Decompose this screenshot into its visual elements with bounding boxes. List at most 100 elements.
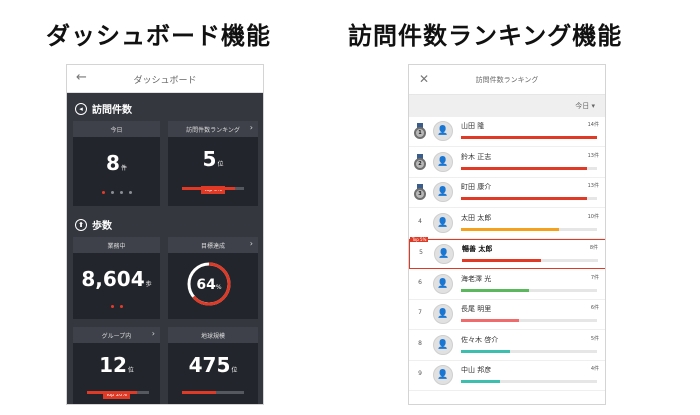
visits-section-header: ◂ 訪問件数 xyxy=(75,101,132,116)
working-unit: 歩 xyxy=(145,281,152,288)
visit-bar xyxy=(461,380,597,383)
visit-count: 6件 xyxy=(590,305,599,311)
ranking-row[interactable]: 4 👤 太田 太郎 10件 xyxy=(409,209,605,239)
ranking-card-label: 訪問件数ランキング xyxy=(186,126,240,134)
global-value: 475 xyxy=(188,353,231,377)
ranking-card[interactable]: 訪問件数ランキング › 5位 Top 5% xyxy=(168,121,258,206)
rank-number: 1 xyxy=(414,127,426,139)
group-value: 12 xyxy=(99,353,127,377)
visits-icon: ◂ xyxy=(75,102,87,115)
global-label: 地球規模 xyxy=(200,332,225,340)
user-name: 鈴木 正志 xyxy=(461,152,492,161)
user-name: 海老澤 光 xyxy=(461,274,492,283)
medal-icon: 3 xyxy=(413,184,427,202)
today-value: 8 xyxy=(106,151,120,175)
visit-count: 4件 xyxy=(590,366,599,372)
rank-number: 5 xyxy=(419,249,423,256)
period-filter: 今日 ▾ xyxy=(409,95,605,117)
visit-bar xyxy=(461,136,597,139)
avatar: 👤 xyxy=(433,304,453,324)
ranking-screen: ✕ 訪問件数ランキング 今日 ▾ 1 👤 山田 隆 14件 2 👤 鈴木 正志 13件 3 👤 町田… xyxy=(408,64,606,405)
avatar: 👤 xyxy=(433,151,453,172)
user-name: 町田 康介 xyxy=(461,183,492,191)
visit-bar xyxy=(461,166,597,170)
dashboard-heading: ダッシュボード機能 xyxy=(46,22,271,50)
goal-value: 64 xyxy=(196,277,216,293)
ranking-row[interactable]: Top 5% 5 👤 暢善 太郎 8件 xyxy=(409,237,605,269)
rank-number: 7 xyxy=(418,309,422,316)
avatar: 👤 xyxy=(433,121,453,141)
group-unit: 位 xyxy=(127,367,134,374)
user-name: 長尾 明里 xyxy=(461,305,492,313)
user-name: 太田 太郎 xyxy=(461,213,492,222)
avatar: 👤 xyxy=(433,273,453,294)
ranking-topbar: ✕ 訪問件数ランキング xyxy=(409,65,605,95)
global-unit: 位 xyxy=(231,367,238,374)
goal-unit: % xyxy=(215,284,222,291)
period-dropdown[interactable]: 今日 ▾ xyxy=(575,101,595,111)
user-name: 中山 邦彦 xyxy=(461,366,492,374)
user-name: 佐々木 啓介 xyxy=(461,335,499,344)
ranking-row[interactable]: 2 👤 鈴木 正志 13件 xyxy=(409,148,605,178)
ranking-title: 訪問件数ランキング xyxy=(475,76,539,84)
visits-section-label: 訪問件数 xyxy=(92,105,132,116)
steps-section-header: ⬆ 歩数 xyxy=(75,217,112,232)
page-dot[interactable] xyxy=(119,191,123,194)
ranking-row[interactable]: 9 👤 中山 邦彦 4件 xyxy=(409,361,605,391)
page-dot[interactable] xyxy=(101,191,105,194)
ranking-row[interactable]: 6 👤 海老澤 光 7件 xyxy=(409,270,605,300)
visit-bar xyxy=(462,259,598,262)
today-card[interactable]: 今日 8件 xyxy=(73,121,160,206)
visit-count: 7件 xyxy=(590,274,599,281)
page-dot[interactable] xyxy=(119,305,123,308)
user-name: 山田 隆 xyxy=(461,122,485,130)
page-dots xyxy=(73,191,160,194)
rank-number: 2 xyxy=(414,157,426,170)
avatar: 👤 xyxy=(433,212,453,233)
visit-count: 5件 xyxy=(590,335,599,342)
global-rank-card[interactable]: 地球規模 475位 xyxy=(168,327,258,404)
ranking-row[interactable]: 1 👤 山田 隆 14件 xyxy=(409,117,605,147)
visit-bar xyxy=(461,197,597,200)
goal-label: 目標達成 xyxy=(200,242,225,250)
rank-number: 4 xyxy=(418,217,422,225)
avatar: 👤 xyxy=(433,334,453,355)
page-dot[interactable] xyxy=(110,305,114,308)
working-value: 8,604 xyxy=(81,267,145,291)
chevron-right-icon: › xyxy=(151,329,155,338)
stage: ダッシュボード機能 訪問件数ランキング機能 ← ダッシュボード ◂ 訪問件数 今… xyxy=(0,0,700,415)
page-dots xyxy=(73,305,160,308)
visit-count: 8件 xyxy=(589,245,598,251)
ranking-row[interactable]: 3 👤 町田 康介 13件 xyxy=(409,178,605,208)
group-label: グループ内 xyxy=(101,332,132,340)
group-progress-bar xyxy=(87,391,149,394)
rank-number: 3 xyxy=(414,188,426,200)
ranking-card-value: 5 xyxy=(202,147,217,171)
ranking-card-unit: 位 xyxy=(217,161,224,168)
avatar: 👤 xyxy=(433,365,453,385)
today-unit: 件 xyxy=(120,165,127,172)
chevron-right-icon: › xyxy=(249,123,253,132)
page-dot[interactable] xyxy=(110,191,114,194)
working-steps-card[interactable]: 業務中 8,604歩 xyxy=(73,237,160,319)
visit-bar xyxy=(461,319,597,322)
steps-icon: ⬆ xyxy=(75,218,87,231)
visit-count: 13件 xyxy=(587,152,599,159)
goal-card[interactable]: 目標達成 › 64% xyxy=(168,237,258,319)
avatar: 👤 xyxy=(433,182,453,202)
global-progress-bar xyxy=(182,391,244,394)
rank-number: 6 xyxy=(418,278,422,286)
ranking-row[interactable]: 7 👤 長尾 明里 6件 xyxy=(409,300,605,330)
ranking-row[interactable]: 8 👤 佐々木 啓介 5件 xyxy=(409,331,605,361)
top-badge: Top 5% xyxy=(410,237,429,242)
ranking-heading: 訪問件数ランキング機能 xyxy=(348,22,623,50)
visit-bar xyxy=(461,288,597,292)
ranking-progress-bar xyxy=(182,187,244,190)
working-label: 業務中 xyxy=(107,242,126,250)
dashboard-screen: ← ダッシュボード ◂ 訪問件数 今日 8件 訪問件数ランキング › 5位 Top… xyxy=(66,64,264,405)
visit-bar xyxy=(461,349,597,353)
user-name: 暢善 太郎 xyxy=(462,245,493,253)
dashboard-topbar: ← ダッシュボード xyxy=(67,65,263,93)
group-rank-card[interactable]: グループ内 › 12位 Top 20% xyxy=(73,327,160,404)
page-dot[interactable] xyxy=(128,191,132,194)
